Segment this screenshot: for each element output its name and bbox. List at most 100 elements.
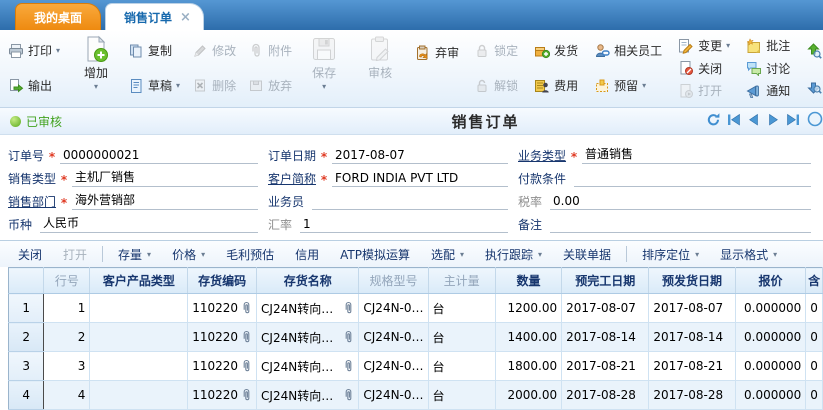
unaudit-button[interactable]: 弃审 [410, 42, 464, 63]
add-button[interactable]: 增加▾ [70, 31, 122, 91]
cell-item_name[interactable]: CJ24N转向… [257, 294, 359, 323]
cell-qty[interactable]: 2000.00 [495, 381, 561, 410]
cell-est_finish_date[interactable]: 2017-08-28 [562, 381, 649, 410]
cell-main_unit[interactable]: 台 [428, 352, 495, 381]
row-selector[interactable]: 3 [9, 352, 44, 381]
refresh-button[interactable] [706, 112, 721, 130]
row-selector[interactable]: 4 [9, 381, 44, 410]
print-button[interactable]: 打印▾ [3, 40, 65, 61]
draft-button[interactable]: 草稿▾ [123, 75, 185, 96]
cell-item_name[interactable]: CJ24N转向… [257, 323, 359, 352]
price-button[interactable]: 价格▾ [166, 244, 211, 265]
cell-cust_product_type[interactable] [90, 294, 188, 323]
related-staff-button[interactable]: 相关员工 [589, 40, 667, 61]
cell-main_unit[interactable]: 台 [428, 294, 495, 323]
execution-tracking-button[interactable]: 执行跟踪▾ [479, 244, 548, 265]
cell-cust_product_type[interactable] [90, 352, 188, 381]
cell-est_ship_date[interactable]: 2017-08-14 [649, 323, 735, 352]
cell-est_ship_date[interactable]: 2017-08-21 [649, 352, 735, 381]
header-qty[interactable]: 数量 [495, 268, 561, 294]
export-button[interactable]: 输出 [3, 75, 65, 96]
header-main_unit[interactable]: 主计量 [428, 268, 495, 294]
cell-main_unit[interactable]: 台 [428, 323, 495, 352]
display-format-button[interactable]: 显示格式▾ [714, 244, 783, 265]
cell-line_no[interactable]: 4 [44, 381, 90, 410]
field-label[interactable]: 客户简称 [268, 170, 316, 187]
cell-spec_model[interactable]: CJ24N-0… [359, 294, 428, 323]
cell-tax_price[interactable]: 0 [806, 352, 823, 381]
nav-last-button[interactable] [786, 112, 801, 130]
header-est_ship_date[interactable]: 预发货日期 [649, 268, 735, 294]
field-value[interactable] [550, 218, 811, 233]
cell-line_no[interactable]: 1 [44, 294, 90, 323]
copy-button[interactable]: 复制 [123, 40, 185, 61]
field-value[interactable]: 普通销售 [582, 145, 811, 164]
query-down-button[interactable]: 下查▾ [801, 75, 823, 96]
cell-item_code[interactable]: 110220 [188, 323, 257, 352]
stock-button[interactable]: 存量▾ [112, 244, 157, 265]
close-button[interactable]: 关闭 [673, 58, 735, 79]
cell-item_code[interactable]: 110220 [188, 352, 257, 381]
tab-my-desktop[interactable]: 我的桌面 [15, 3, 101, 30]
cell-quote[interactable]: 0.000000 [735, 323, 806, 352]
expense-button[interactable]: 费用 [529, 75, 583, 96]
gross-profit-button[interactable]: 毛利预估 [220, 244, 280, 265]
cell-quote[interactable]: 0.000000 [735, 352, 806, 381]
field-value[interactable]: 主机厂销售 [72, 168, 258, 187]
field-value[interactable]: 海外营销部 [72, 191, 258, 210]
field-value[interactable] [312, 195, 508, 210]
cell-est_finish_date[interactable]: 2017-08-21 [562, 352, 649, 381]
cell-quote[interactable]: 0.000000 [735, 294, 806, 323]
field-value[interactable]: 1 [300, 217, 508, 233]
nav-first-button[interactable] [726, 112, 741, 130]
cell-line_no[interactable]: 3 [44, 352, 90, 381]
field-value[interactable]: 0.00 [550, 194, 811, 210]
cell-cust_product_type[interactable] [90, 381, 188, 410]
header-item_code[interactable]: 存货编码 [188, 268, 257, 294]
partial-circle-button[interactable] [806, 111, 823, 132]
cell-item_code[interactable]: 110220 [188, 381, 257, 410]
detail-close-button[interactable]: 关闭 [12, 244, 48, 265]
cell-main_unit[interactable]: 台 [428, 381, 495, 410]
header-cust_product_type[interactable]: 客户产品类型 [90, 268, 188, 294]
cell-spec_model[interactable]: CJ24N-0… [359, 352, 428, 381]
cell-qty[interactable]: 1800.00 [495, 352, 561, 381]
ship-button[interactable]: 发货 [529, 40, 583, 61]
field-value[interactable] [574, 172, 811, 187]
header-item_name[interactable]: 存货名称 [257, 268, 359, 294]
nav-prev-button[interactable] [746, 112, 761, 130]
cell-quote[interactable]: 0.000000 [735, 381, 806, 410]
cell-item_name[interactable]: CJ24N转向… [257, 381, 359, 410]
annotate-button[interactable]: 批注 [741, 35, 795, 56]
option-select-button[interactable]: 选配▾ [425, 244, 470, 265]
cell-tax_price[interactable]: 0 [806, 381, 823, 410]
cell-item_name[interactable]: CJ24N转向… [257, 352, 359, 381]
cell-tax_price[interactable]: 0 [806, 323, 823, 352]
close-icon[interactable]: × [180, 10, 191, 25]
notify-button[interactable]: 通知 [741, 80, 795, 101]
field-label[interactable]: 业务类型 [518, 147, 566, 164]
header-sel[interactable] [9, 268, 44, 294]
header-line_no[interactable]: 行号 [44, 268, 90, 294]
cell-qty[interactable]: 1400.00 [495, 323, 561, 352]
cell-est_ship_date[interactable]: 2017-08-07 [649, 294, 735, 323]
cell-est_finish_date[interactable]: 2017-08-07 [562, 294, 649, 323]
row-selector[interactable]: 1 [9, 294, 44, 323]
cell-item_code[interactable]: 110220 [188, 294, 257, 323]
header-tax_price[interactable]: 含 [806, 268, 823, 294]
cell-spec_model[interactable]: CJ24N-0… [359, 323, 428, 352]
cell-qty[interactable]: 1200.00 [495, 294, 561, 323]
header-est_finish_date[interactable]: 预完工日期 [562, 268, 649, 294]
cell-est_finish_date[interactable]: 2017-08-14 [562, 323, 649, 352]
nav-next-button[interactable] [766, 112, 781, 130]
sort-locate-button[interactable]: 排序定位▾ [636, 244, 705, 265]
discuss-button[interactable]: 讨论 [741, 58, 795, 79]
field-label[interactable]: 销售部门 [8, 193, 56, 210]
field-value[interactable]: 2017-08-07 [332, 148, 508, 164]
reserve-button[interactable]: 预留▾ [589, 75, 667, 96]
cell-line_no[interactable]: 2 [44, 323, 90, 352]
credit-button[interactable]: 信用 [289, 244, 325, 265]
atp-simulation-button[interactable]: ATP模拟运算 [334, 244, 416, 265]
change-button[interactable]: 变更▾ [673, 35, 735, 56]
row-selector[interactable]: 2 [9, 323, 44, 352]
